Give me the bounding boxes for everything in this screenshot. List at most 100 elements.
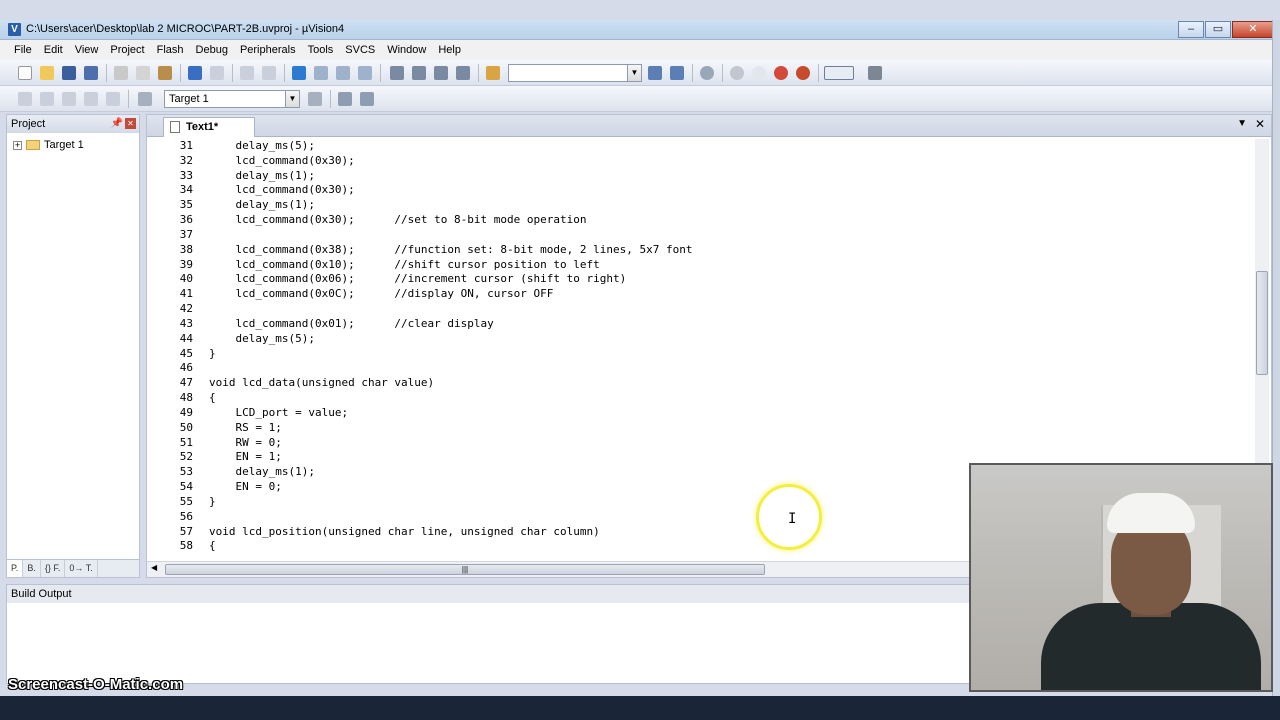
find-icon[interactable] xyxy=(648,66,662,80)
chevron-down-icon[interactable]: ▼ xyxy=(285,91,299,107)
menu-svcs[interactable]: SVCS xyxy=(339,44,381,56)
code-text[interactable]: lcd_command(0x30); //set to 8-bit mode o… xyxy=(209,213,586,228)
window-layout-icon[interactable] xyxy=(824,66,854,80)
code-text[interactable]: } xyxy=(209,495,216,510)
code-line[interactable]: 35 delay_ms(1); xyxy=(147,198,1255,213)
chevron-down-icon[interactable]: ▼ xyxy=(627,65,641,81)
batch-build-icon[interactable] xyxy=(84,92,98,106)
code-text[interactable]: } xyxy=(209,347,216,362)
code-text[interactable]: lcd_command(0x30); xyxy=(209,183,354,198)
target-select[interactable]: Target 1 ▼ xyxy=(164,90,300,108)
download-icon[interactable] xyxy=(138,92,152,106)
code-text[interactable]: lcd_command(0x30); xyxy=(209,154,354,169)
scroll-left-icon[interactable]: ◀ xyxy=(151,563,157,572)
cut-icon[interactable] xyxy=(114,66,128,80)
bookmark-icon[interactable] xyxy=(292,66,306,80)
close-icon[interactable]: ✕ xyxy=(125,118,136,129)
manage-components-icon[interactable] xyxy=(338,92,352,106)
open-folder-icon[interactable] xyxy=(40,66,54,80)
kill-all-breakpoints-icon[interactable] xyxy=(796,66,810,80)
next-bookmark-icon[interactable] xyxy=(336,66,350,80)
save-icon[interactable] xyxy=(62,66,76,80)
code-text[interactable]: lcd_command(0x01); //clear display xyxy=(209,317,493,332)
code-line[interactable]: 33 delay_ms(1); xyxy=(147,169,1255,184)
code-line[interactable]: 50 RS = 1; xyxy=(147,421,1255,436)
menu-help[interactable]: Help xyxy=(432,44,467,56)
close-button[interactable]: ✕ xyxy=(1232,21,1274,38)
stop-build-icon[interactable] xyxy=(106,92,120,106)
build-icon[interactable] xyxy=(40,92,54,106)
comment-icon[interactable] xyxy=(434,66,448,80)
paste-icon[interactable] xyxy=(158,66,172,80)
code-line[interactable]: 41 lcd_command(0x0C); //display ON, curs… xyxy=(147,287,1255,302)
debug-session-icon[interactable] xyxy=(700,66,714,80)
configure-wrench-icon[interactable] xyxy=(868,66,882,80)
code-text[interactable]: EN = 1; xyxy=(209,450,281,465)
code-line[interactable]: 34 lcd_command(0x30); xyxy=(147,183,1255,198)
menu-flash[interactable]: Flash xyxy=(151,44,190,56)
code-text[interactable]: { xyxy=(209,391,216,406)
rebuild-icon[interactable] xyxy=(62,92,76,106)
code-text[interactable]: EN = 0; xyxy=(209,480,281,495)
translate-icon[interactable] xyxy=(18,92,32,106)
code-line[interactable]: 51 RW = 0; xyxy=(147,436,1255,451)
code-line[interactable]: 46 xyxy=(147,361,1255,376)
copy-icon[interactable] xyxy=(136,66,150,80)
disable-breakpoint-icon[interactable] xyxy=(752,66,766,80)
find-combo[interactable]: ▼ xyxy=(508,64,642,82)
code-line[interactable]: 36 lcd_command(0x30); //set to 8-bit mod… xyxy=(147,213,1255,228)
expand-icon[interactable]: + xyxy=(13,140,22,150)
code-text[interactable]: void lcd_data(unsigned char value) xyxy=(209,376,434,391)
code-text[interactable]: RW = 0; xyxy=(209,436,281,451)
code-line[interactable]: 49 LCD_port = value; xyxy=(147,406,1255,421)
code-text[interactable]: delay_ms(1); xyxy=(209,465,314,480)
menu-debug[interactable]: Debug xyxy=(190,44,234,56)
code-text[interactable]: lcd_command(0x10); //shift cursor positi… xyxy=(209,258,599,273)
redo-icon[interactable] xyxy=(210,66,224,80)
code-line[interactable]: 48 { xyxy=(147,391,1255,406)
code-text[interactable]: { xyxy=(209,539,216,554)
code-text[interactable]: LCD_port = value; xyxy=(209,406,348,421)
code-line[interactable]: 39 lcd_command(0x10); //shift cursor pos… xyxy=(147,258,1255,273)
breakpoint-icon[interactable] xyxy=(730,66,744,80)
code-line[interactable]: 44 delay_ms(5); xyxy=(147,332,1255,347)
minimize-button[interactable]: – xyxy=(1178,21,1204,38)
code-line[interactable]: 40 lcd_command(0x06); //increment cursor… xyxy=(147,272,1255,287)
menu-edit[interactable]: Edit xyxy=(38,44,69,56)
target-options-icon[interactable] xyxy=(308,92,322,106)
code-line[interactable]: 37 xyxy=(147,228,1255,243)
maximize-button[interactable]: ▭ xyxy=(1205,21,1231,38)
menu-window[interactable]: Window xyxy=(381,44,432,56)
code-text[interactable]: void lcd_position(unsigned char line, un… xyxy=(209,525,600,540)
code-line[interactable]: 31 delay_ms(5); xyxy=(147,139,1255,154)
uncomment-icon[interactable] xyxy=(456,66,470,80)
code-text[interactable]: lcd_command(0x38); //function set: 8-bit… xyxy=(209,243,692,258)
code-text[interactable]: lcd_command(0x0C); //display ON, cursor … xyxy=(209,287,553,302)
pin-icon[interactable]: 📌 xyxy=(111,115,123,133)
incremental-find-icon[interactable] xyxy=(670,66,684,80)
clear-bookmarks-icon[interactable] xyxy=(358,66,372,80)
code-line[interactable]: 47 void lcd_data(unsigned char value) xyxy=(147,376,1255,391)
menu-file[interactable]: File xyxy=(8,44,38,56)
scroll-thumb[interactable]: ||| xyxy=(165,564,765,575)
code-text[interactable]: delay_ms(5); xyxy=(209,139,314,154)
code-line[interactable]: 32 lcd_command(0x30); xyxy=(147,154,1255,169)
code-text[interactable]: RS = 1; xyxy=(209,421,281,436)
menu-view[interactable]: View xyxy=(69,44,105,56)
tab-templates[interactable]: 0→ T. xyxy=(65,560,98,577)
code-text[interactable]: delay_ms(1); xyxy=(209,169,314,184)
code-text[interactable]: lcd_command(0x06); //increment cursor (s… xyxy=(209,272,626,287)
tab-text1[interactable]: Text1* xyxy=(163,117,255,137)
code-line[interactable]: 38 lcd_command(0x38); //function set: 8-… xyxy=(147,243,1255,258)
unindent-icon[interactable] xyxy=(412,66,426,80)
tab-functions[interactable]: {} F. xyxy=(41,560,66,577)
kill-breakpoints-icon[interactable] xyxy=(774,66,788,80)
save-all-icon[interactable] xyxy=(84,66,98,80)
select-packs-icon[interactable] xyxy=(360,92,374,106)
tree-item-target[interactable]: + Target 1 xyxy=(13,139,84,151)
menu-peripherals[interactable]: Peripherals xyxy=(234,44,302,56)
menu-tools[interactable]: Tools xyxy=(302,44,340,56)
indent-icon[interactable] xyxy=(390,66,404,80)
close-tab-icon[interactable]: ✕ xyxy=(1255,117,1265,131)
tab-books[interactable]: B. xyxy=(23,560,41,577)
